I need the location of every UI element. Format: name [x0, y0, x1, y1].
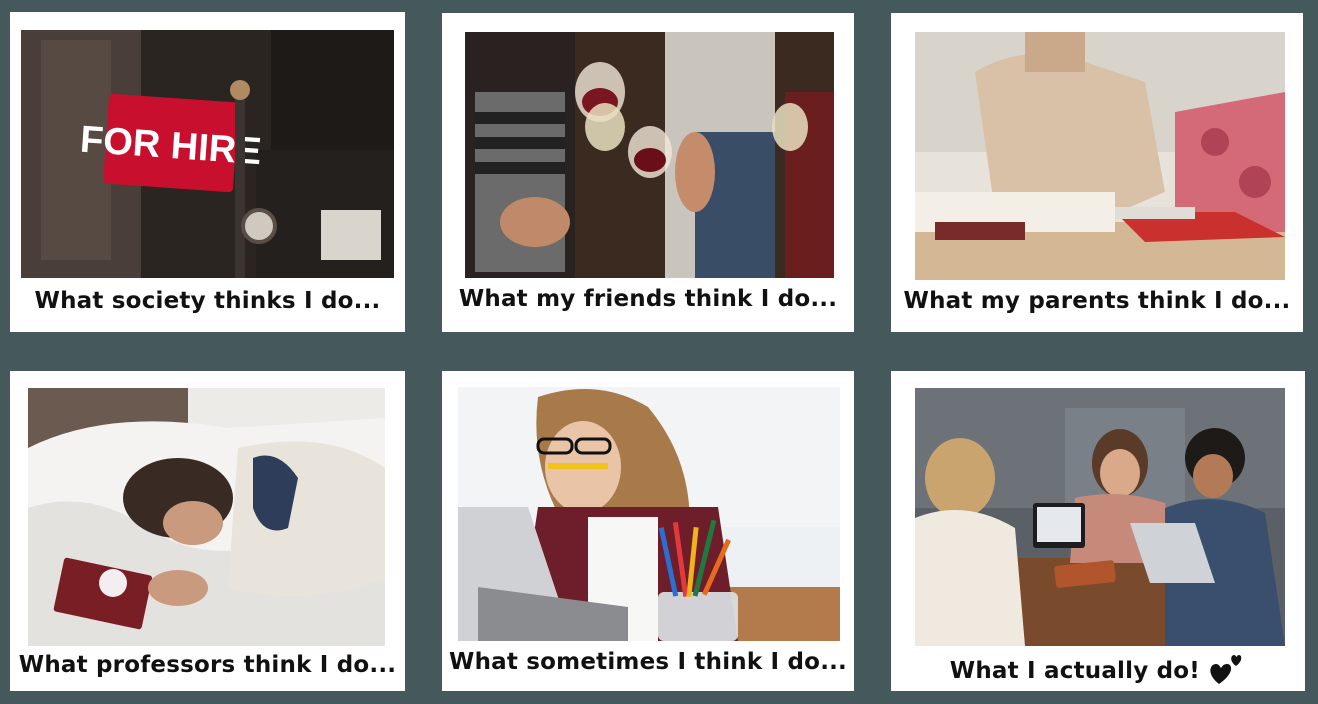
meme-card-friends: What my friends think I do...	[442, 13, 854, 332]
caption-society: What society thinks I do...	[34, 288, 381, 314]
for-hire-sign-photo: FOR HIRE	[21, 30, 394, 278]
meme-card-professors: What professors think I do...	[10, 371, 405, 691]
meme-card-actually: What I actually do!	[891, 371, 1305, 691]
hearts-icon	[1208, 650, 1246, 688]
studying-laptop-photo	[915, 32, 1285, 280]
group-study-photo	[915, 388, 1285, 646]
caption-professors: What professors think I do...	[18, 652, 397, 678]
meme-card-parents: What my parents think I do...	[891, 13, 1303, 332]
sleeping-in-bed-photo	[28, 388, 385, 646]
caption-parents: What my parents think I do...	[903, 288, 1291, 314]
meme-card-society: FOR HIRE What society thinks I do...	[10, 12, 405, 332]
meme-card-sometimes: What sometimes I think I do...	[442, 371, 854, 691]
friends-toast-photo	[465, 32, 834, 278]
caption-sometimes: What sometimes I think I do...	[449, 649, 847, 675]
caption-actually: What I actually do!	[949, 658, 1200, 684]
caption-friends: What my friends think I do...	[458, 286, 838, 312]
stressed-student-photo	[458, 387, 840, 641]
